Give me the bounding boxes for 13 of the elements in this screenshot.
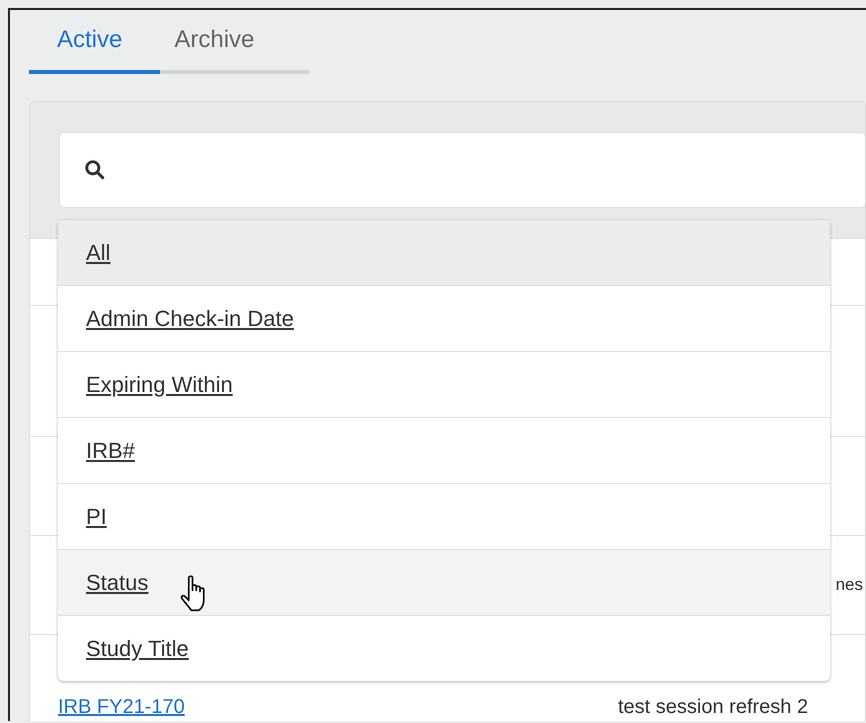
menu-item[interactable]: All xyxy=(58,220,830,285)
menu-item[interactable]: Admin Check-in Date xyxy=(58,285,830,351)
table-cell: test session refresh 2 xyxy=(618,696,808,719)
table-cell-text: nes xyxy=(836,575,864,595)
menu-item[interactable]: Status xyxy=(58,549,830,615)
search-icon xyxy=(84,159,106,181)
tab[interactable]: Active xyxy=(29,26,122,54)
menu-item[interactable]: Study Title xyxy=(58,615,830,681)
search-field[interactable] xyxy=(59,132,865,208)
table-link[interactable]: IRB FY21-170 xyxy=(58,696,618,719)
menu-item[interactable]: Expiring Within xyxy=(58,351,830,417)
tab[interactable]: Archive xyxy=(146,26,254,54)
menu-item[interactable]: IRB# xyxy=(58,417,830,483)
